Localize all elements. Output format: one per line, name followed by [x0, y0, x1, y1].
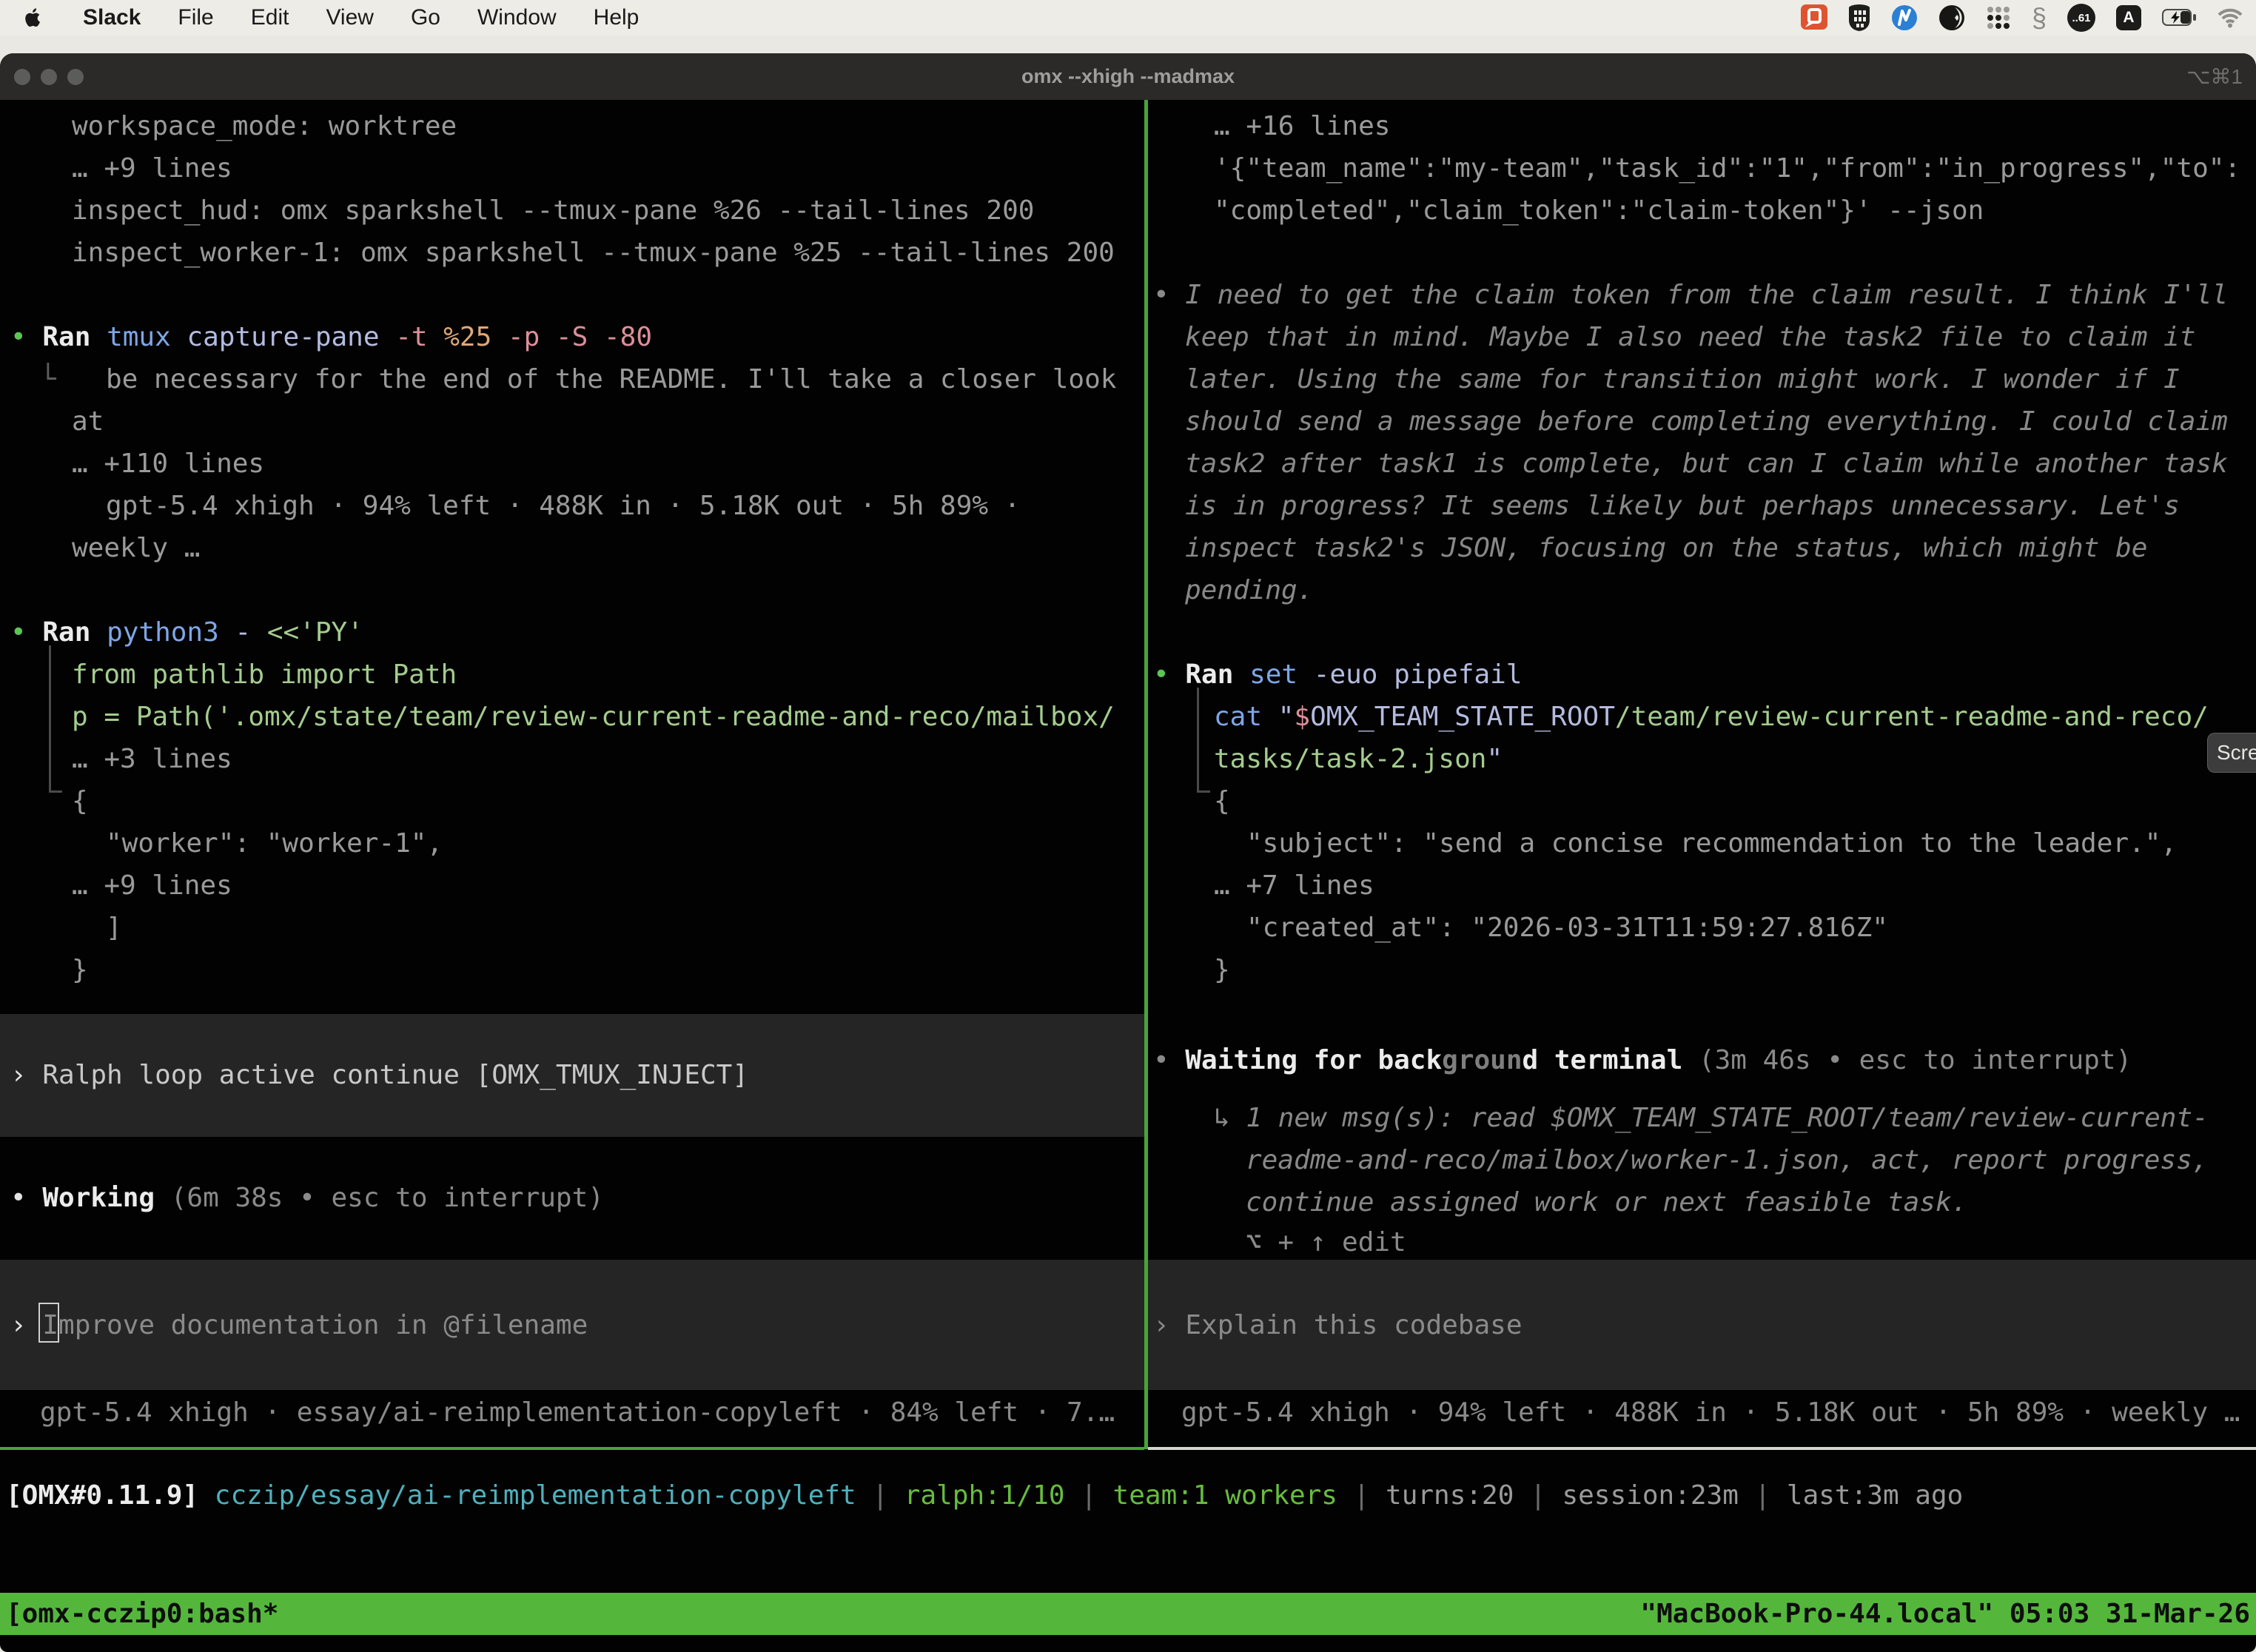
shield-grid-icon[interactable] [1848, 4, 1870, 32]
terminal-line: └ [40, 358, 56, 400]
terminal-line: ] [106, 907, 122, 949]
pane-divider[interactable] [1144, 100, 1148, 1449]
terminal-line: … +9 lines [72, 864, 232, 907]
menu-item-view[interactable]: View [326, 5, 373, 30]
composer-placeholder-right[interactable]: › Explain this codebase [1153, 1304, 1523, 1346]
terminal-line: cat "$OMX_TEAM_STATE_ROOT/team/review-cu… [1214, 696, 2209, 738]
terminal-line: • Ran python3 - <<'PY' [10, 611, 363, 654]
terminal-line: readme-and-reco/mailbox/worker-1.json, a… [1246, 1139, 2208, 1181]
terminal-line: be necessary for the end of the README. … [106, 358, 1116, 400]
terminal-line: keep that in mind. Maybe I also need the… [1185, 316, 2195, 358]
terminal-line: pending. [1185, 569, 1313, 611]
menu-bar: Slack File Edit View Go Window Help § ..61 A [0, 0, 2256, 36]
session-footer-left: gpt-5.4 xhigh · essay/ai-reimplementatio… [40, 1391, 1115, 1434]
menu-item-help[interactable]: Help [594, 5, 639, 30]
terminal-line: • I need to get the claim token from the… [1153, 274, 2228, 316]
tree-connector [49, 645, 51, 792]
terminal-line: } [72, 949, 88, 991]
tree-connector [49, 790, 62, 793]
tree-connector [1197, 790, 1210, 793]
terminal-line: { [1214, 780, 1230, 822]
terminal-line: workspace_mode: worktree [72, 105, 457, 147]
terminal-line: p = Path('.omx/state/team/review-current… [72, 696, 1115, 738]
terminal-line: tasks/task-2.json" [1214, 738, 1503, 780]
terminal-line: "completed","claim_token":"claim-token"}… [1214, 189, 1984, 232]
session-footer-right: gpt-5.4 xhigh · 94% left · 488K in · 5.1… [1181, 1391, 2240, 1434]
menu-item-slack[interactable]: Slack [83, 5, 141, 30]
terminal-line: • Ran tmux capture-pane -t %25 -p -S -80 [10, 316, 652, 358]
wifi-icon[interactable] [2218, 8, 2243, 28]
terminal-line: '{"team_name":"my-team","task_id":"1","f… [1214, 147, 2240, 189]
terminal-line: … +16 lines [1214, 105, 1390, 147]
terminal-line: continue assigned work or next feasible … [1246, 1181, 1967, 1223]
screen: Slack File Edit View Go Window Help § ..61 A [0, 0, 2256, 1652]
waiting-status-line: • Waiting for background terminal (3m 46… [1153, 1039, 2132, 1081]
terminal-line: } [1214, 949, 1230, 991]
terminal-line: inspect_hud: omx sparkshell --tmux-pane … [72, 189, 1034, 232]
window-shortcut-hint: ⌥⌘1 [2186, 53, 2243, 100]
menu-items: Slack File Edit View Go Window Help [83, 5, 639, 30]
left-pane-border [0, 1447, 1144, 1450]
terminal-line: at [72, 400, 104, 443]
terminal-line: from pathlib import Path [72, 654, 457, 696]
terminal-line: ↳ 1 new msg(s): read $OMX_TEAM_STATE_ROO… [1214, 1097, 2209, 1139]
composer-placeholder-left[interactable]: › Improve documentation in @filename [10, 1304, 588, 1346]
terminal-line: • Ran set -euo pipefail [1153, 654, 1523, 696]
menu-bar-status-icons: § ..61 A [1801, 4, 2256, 32]
terminal-line: is in progress? It seems likely but perh… [1185, 485, 2180, 527]
working-status-line: • Working (6m 38s • esc to interrupt) [10, 1177, 604, 1219]
tmux-status-bar: [omx-cczip0:bash* "MacBook-Pro-44.local"… [0, 1593, 2256, 1635]
screen-tooltip: Scre [2207, 733, 2256, 773]
edit-hint-line: ⌥ + ↑ edit [1246, 1221, 1406, 1263]
terminal-line: … +7 lines [1214, 864, 1374, 907]
ralph-loop-line: › Ralph loop active continue [OMX_TMUX_I… [10, 1054, 748, 1096]
terminal-line: … +3 lines [72, 738, 232, 780]
terminal-line: "created_at": "2026-03-31T11:59:27.816Z" [1246, 907, 1888, 949]
network-bolt-icon[interactable] [1891, 4, 1918, 31]
terminal-line: should send a message before completing … [1185, 400, 2228, 443]
menu-item-edit[interactable]: Edit [251, 5, 289, 30]
terminal-line: inspect task2's JSON, focusing on the st… [1185, 527, 2147, 569]
terminal-line: gpt-5.4 xhigh · 94% left · 488K in · 5.1… [106, 485, 1020, 527]
terminal-line: … +9 lines [72, 147, 232, 189]
right-pane-border [1148, 1447, 2256, 1450]
omx-status-line: [OMX#0.11.9] cczip/essay/ai-reimplementa… [6, 1474, 1963, 1517]
terminal-line: inspect_worker-1: omx sparkshell --tmux-… [72, 232, 1115, 274]
chat-badge-icon[interactable] [1801, 4, 1827, 31]
crescent-icon[interactable] [1938, 4, 1965, 31]
terminal-line: { [72, 780, 88, 822]
menu-item-go[interactable]: Go [411, 5, 440, 30]
menu-item-file[interactable]: File [178, 5, 213, 30]
squiggle-icon[interactable]: § [2032, 4, 2047, 31]
window-title: omx --xhigh --madmax [0, 53, 2256, 100]
tree-connector [1197, 688, 1199, 792]
terminal-line: weekly … [72, 527, 200, 569]
tmux-session-label: [omx-cczip0:bash* [6, 1599, 278, 1629]
meter-badge-icon[interactable]: ..61 [2067, 4, 2095, 32]
terminal-line: "subject": "send a concise recommendatio… [1246, 822, 2177, 864]
tmux-host-clock: "MacBook-Pro-44.local" 05:03 31-Mar-26 [1640, 1599, 2250, 1629]
battery-charging-icon[interactable] [2162, 8, 2197, 27]
app-grid-icon[interactable] [1986, 5, 2011, 30]
input-source-icon[interactable]: A [2116, 5, 2141, 30]
text-cursor [38, 1303, 59, 1343]
menu-item-window[interactable]: Window [477, 5, 557, 30]
terminal-line: … +110 lines [72, 443, 264, 485]
terminal-line: later. Using the same for transition mig… [1185, 358, 2180, 400]
apple-logo-icon[interactable] [22, 7, 41, 29]
terminal-line: task2 after task1 is complete, but can I… [1185, 443, 2228, 485]
terminal-line: "worker": "worker-1", [106, 822, 443, 864]
